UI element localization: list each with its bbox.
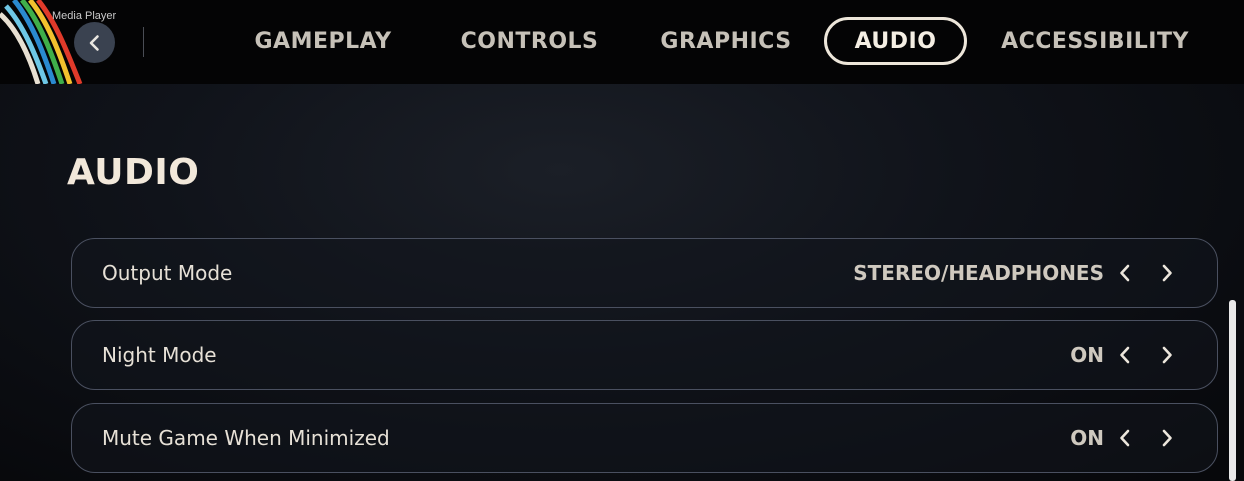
chevron-left-icon: [89, 34, 99, 51]
back-button[interactable]: [74, 22, 115, 63]
previous-option-button[interactable]: [1113, 261, 1137, 285]
next-option-button[interactable]: [1155, 261, 1179, 285]
next-option-button[interactable]: [1155, 426, 1179, 450]
previous-option-button[interactable]: [1113, 343, 1137, 367]
chevron-left-icon: [1120, 264, 1130, 282]
chevron-right-icon: [1162, 346, 1172, 364]
setting-row-night-mode[interactable]: Night Mode ON: [71, 320, 1218, 390]
setting-label: Mute Game When Minimized: [102, 426, 390, 450]
scrollbar[interactable]: [1229, 300, 1236, 481]
setting-value: STEREO/HEADPHONES: [853, 261, 1104, 285]
window-title: Media Player: [52, 10, 117, 22]
divider: [143, 27, 144, 57]
next-option-button[interactable]: [1155, 343, 1179, 367]
setting-row-mute-when-minimized[interactable]: Mute Game When Minimized ON: [71, 403, 1218, 473]
tab-accessibility[interactable]: ACCESSIBILITY: [994, 17, 1196, 65]
page-title: AUDIO: [67, 152, 200, 193]
tab-gameplay[interactable]: GAMEPLAY: [238, 17, 408, 65]
setting-value: ON: [1070, 343, 1104, 367]
tab-controls[interactable]: CONTROLS: [450, 17, 609, 65]
top-navigation-bar: Media Player GAMEPLAY CONTROLS GRAPHICS …: [0, 0, 1244, 84]
setting-label: Output Mode: [102, 261, 233, 285]
previous-option-button[interactable]: [1113, 426, 1137, 450]
settings-screen: Media Player GAMEPLAY CONTROLS GRAPHICS …: [0, 0, 1244, 481]
chevron-left-icon: [1120, 346, 1130, 364]
setting-value: ON: [1070, 426, 1104, 450]
setting-label: Night Mode: [102, 343, 217, 367]
tab-graphics[interactable]: GRAPHICS: [652, 17, 800, 65]
chevron-left-icon: [1120, 429, 1130, 447]
setting-row-output-mode[interactable]: Output Mode STEREO/HEADPHONES: [71, 238, 1218, 308]
chevron-right-icon: [1162, 429, 1172, 447]
chevron-right-icon: [1162, 264, 1172, 282]
tab-audio[interactable]: AUDIO: [824, 17, 967, 65]
